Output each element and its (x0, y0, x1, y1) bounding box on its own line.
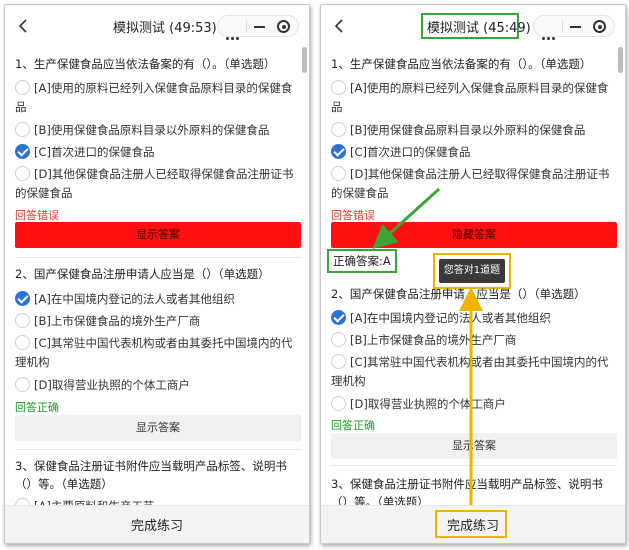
option-d[interactable]: [D]其他保健食品注册人已经取得保健食品注册证书的保健食品 (331, 165, 615, 203)
answer-status: 回答正确 (331, 419, 375, 432)
radio-icon (331, 354, 346, 369)
option-a[interactable]: [A]使用的原料已经列入保健食品原料目录的保健食品 (331, 79, 615, 117)
checked-radio-icon (331, 310, 346, 325)
bottom-bar: 完成练习 (5, 505, 309, 543)
finish-practice-button[interactable]: 完成练习 (131, 515, 183, 534)
finish-practice-button[interactable]: 完成练习 (447, 515, 499, 534)
option-d[interactable]: [D]取得营业执照的个体工商户 (15, 376, 299, 395)
close-target-icon[interactable] (593, 20, 606, 33)
option-b[interactable]: [B]使用保健食品原料目录以外原料的保健食品 (15, 121, 299, 140)
checked-radio-icon (15, 144, 30, 159)
radio-icon (331, 80, 346, 95)
show-answer-button[interactable]: 显示答案 (15, 415, 301, 441)
checked-radio-icon (15, 291, 30, 306)
question-3-text: 3、保健食品注册证书附件应当载明产品标签、说明书（）等。（单选题） (15, 459, 287, 491)
more-icon[interactable] (542, 25, 557, 44)
radio-icon (15, 80, 30, 95)
option-b[interactable]: [B]上市保健食品的境外生产厂商 (15, 312, 299, 331)
option-c[interactable]: [C]首次进口的保健食品 (15, 143, 299, 162)
option-c[interactable]: [C]首次进口的保健食品 (331, 143, 615, 162)
question-1-text: 1、生产保健食品应当依法备案的有（）。（单选题） (331, 57, 592, 71)
page-title: 模拟测试 (45:49) (427, 21, 531, 36)
close-target-icon[interactable] (277, 20, 290, 33)
mini-program-capsule (217, 15, 299, 40)
radio-icon (15, 313, 30, 328)
page-title: 模拟测试 (49:53) (113, 21, 217, 36)
checked-radio-icon (331, 144, 346, 159)
radio-icon (15, 377, 30, 392)
mini-program-capsule (533, 15, 615, 40)
answer-status: 回答正确 (15, 401, 59, 414)
option-a[interactable]: [A]在中国境内登记的法人或者其他组织 (15, 290, 299, 309)
minimize-icon[interactable] (254, 26, 265, 28)
phone-screen-right: 模拟测试 (45:49) 1、生产保健食品应当依法备案的有（）。（单选题） [A… (320, 4, 626, 544)
phone-screen-left: 模拟测试 (49:53) 1、生产保健食品应当依法备案的有（）。（单选题） [A… (4, 4, 310, 544)
option-b[interactable]: [B]上市保健食品的境外生产厂商 (331, 331, 615, 350)
title-bar: 模拟测试 (45:49) (321, 5, 625, 47)
scrollbar[interactable] (302, 47, 307, 73)
option-b[interactable]: [B]使用保健食品原料目录以外原料的保健食品 (331, 121, 615, 140)
bottom-bar: 完成练习 (321, 505, 625, 543)
question-2-text: 2、国产保健食品注册申请人应当是（）（单选题） (331, 287, 586, 301)
back-arrow-icon[interactable] (331, 17, 349, 35)
radio-icon (15, 166, 30, 181)
answer-status: 回答错误 (15, 209, 59, 222)
toast-message: 您答对1道题 (439, 259, 505, 283)
radio-icon (331, 166, 346, 181)
radio-icon (15, 122, 30, 137)
option-a[interactable]: [A]使用的原料已经列入保健食品原料目录的保健食品 (15, 79, 299, 117)
minimize-icon[interactable] (570, 26, 581, 28)
radio-icon (331, 332, 346, 347)
question-2-text: 2、国产保健食品注册申请人应当是（）（单选题） (15, 267, 270, 281)
option-a[interactable]: [A]在中国境内登记的法人或者其他组织 (331, 309, 615, 328)
option-d[interactable]: [D]其他保健食品注册人已经取得保健食品注册证书的保健食品 (15, 165, 299, 203)
title-bar: 模拟测试 (49:53) (5, 5, 309, 47)
correct-answer-label: 正确答案:A (327, 249, 397, 273)
option-c[interactable]: [C]其常驻中国代表机构或者由其委托中国境内的代理机构 (331, 353, 615, 391)
more-icon[interactable] (226, 25, 241, 44)
radio-icon (15, 335, 30, 350)
radio-icon (331, 122, 346, 137)
hide-answer-button[interactable]: 隐藏答案 (331, 222, 617, 248)
scrollbar[interactable] (618, 47, 623, 73)
option-c[interactable]: [C]其常驻中国代表机构或者由其委托中国境内的代理机构 (15, 334, 299, 372)
show-answer-button[interactable]: 显示答案 (15, 222, 301, 248)
show-answer-button[interactable]: 显示答案 (331, 433, 617, 459)
question-1-text: 1、生产保健食品应当依法备案的有（）。（单选题） (15, 57, 276, 71)
back-arrow-icon[interactable] (15, 17, 33, 35)
answer-status: 回答错误 (331, 209, 375, 222)
radio-icon (331, 396, 346, 411)
option-d[interactable]: [D]取得营业执照的个体工商户 (331, 395, 615, 414)
